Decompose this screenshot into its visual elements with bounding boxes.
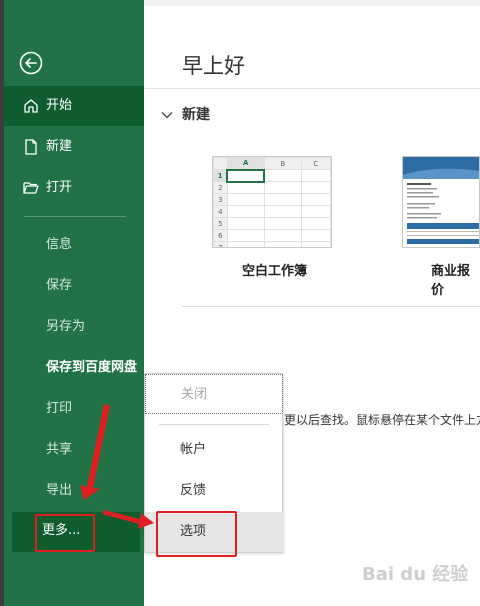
nav-save-to-baidu-label: 保存到百度网盘 <box>46 360 138 375</box>
baidu-watermark: Bai du 经验 <box>362 564 469 585</box>
nav-export[interactable]: 导出 <box>4 471 144 511</box>
recent-files-hint: 更以后查找。鼠标悬停在某个文件上方 <box>284 413 480 427</box>
row-header: 2 <box>213 181 228 194</box>
nav-home-label: 开始 <box>46 98 73 113</box>
nav-save[interactable]: 保存 <box>4 266 144 306</box>
active-cell <box>226 168 266 183</box>
column-header-c: C <box>300 157 331 170</box>
template-blank-workbook-thumbnail[interactable]: A B C 1 2 3 4 5 6 7 <box>212 156 332 248</box>
chevron-down-icon[interactable] <box>160 108 174 122</box>
menu-item-feedback[interactable]: 反馈 <box>145 471 283 511</box>
nav-print[interactable]: 打印 <box>4 389 144 429</box>
row-header: 6 <box>213 229 228 242</box>
column-header-b: B <box>263 157 302 170</box>
home-icon <box>24 99 38 113</box>
nav-home[interactable]: 开始 <box>4 86 144 126</box>
template-business-quote-thumbnail[interactable] <box>402 156 480 248</box>
blank-sheet-preview: A B C 1 2 3 4 5 6 7 <box>213 157 331 247</box>
nav-new[interactable]: 新建 <box>4 127 144 167</box>
nav-open[interactable]: 打开 <box>4 168 144 208</box>
open-folder-icon <box>23 182 39 194</box>
nav-save-as[interactable]: 另存为 <box>4 307 144 347</box>
nav-export-label: 导出 <box>46 483 73 498</box>
section-divider <box>182 306 480 307</box>
nav-info-label: 信息 <box>46 237 73 252</box>
annotation-highlight-options <box>156 511 237 557</box>
row-header: 5 <box>213 217 228 230</box>
menu-item-account-label: 帐户 <box>180 442 207 457</box>
column-header-a: A <box>226 157 265 171</box>
business-quote-preview <box>403 157 479 244</box>
nav-new-label: 新建 <box>46 139 73 154</box>
nav-open-label: 打开 <box>46 180 73 195</box>
row-header: 7 <box>213 241 228 247</box>
annotation-highlight-more <box>35 514 95 552</box>
row-header: 1 <box>213 169 228 182</box>
menu-item-account[interactable]: 帐户 <box>145 430 283 470</box>
menu-item-feedback-label: 反馈 <box>180 483 207 498</box>
nav-save-to-baidu[interactable]: 保存到百度网盘 <box>4 348 144 388</box>
row-header: 4 <box>213 205 228 218</box>
menu-item-close-label: 关闭 <box>181 387 208 402</box>
menu-separator <box>159 424 269 425</box>
nav-print-label: 打印 <box>46 401 73 416</box>
nav-share-label: 共享 <box>46 442 73 457</box>
nav-divider <box>24 216 126 217</box>
nav-share[interactable]: 共享 <box>4 430 144 470</box>
nav-save-as-label: 另存为 <box>46 319 86 334</box>
greeting-heading: 早上好 <box>182 54 245 78</box>
new-document-icon <box>25 139 37 155</box>
row-header: 3 <box>213 193 228 206</box>
menu-item-close[interactable]: 关闭 <box>145 374 283 414</box>
header-divider <box>144 88 480 89</box>
back-arrow-circle-icon[interactable] <box>17 49 45 77</box>
template-business-quote-label[interactable]: 商业报价 <box>431 260 480 298</box>
new-section-title: 新建 <box>182 107 210 123</box>
nav-save-label: 保存 <box>46 278 73 293</box>
nav-info[interactable]: 信息 <box>4 225 144 265</box>
template-blank-workbook-label[interactable]: 空白工作簿 <box>242 260 307 279</box>
